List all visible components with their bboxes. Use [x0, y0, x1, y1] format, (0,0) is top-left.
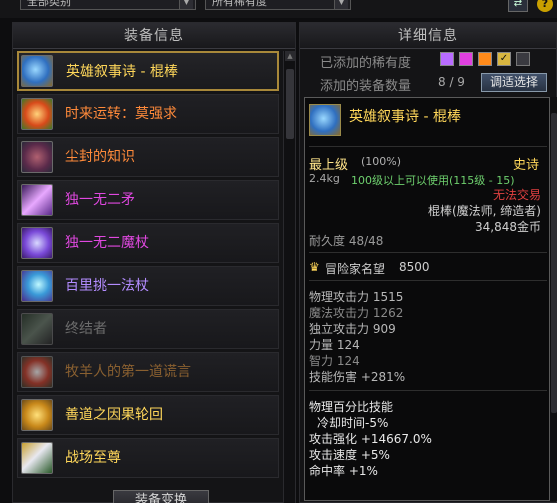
- rarity-text: 史诗: [513, 158, 540, 173]
- item-label: 时来运转：莫强求: [65, 106, 177, 122]
- divider: [309, 146, 547, 147]
- item-label: 英雄叙事诗 - 棍棒: [66, 64, 178, 80]
- chevron-down-icon: ▼: [334, 0, 348, 9]
- durability: 耐久度 48/48: [309, 234, 384, 248]
- item-weight: 2.4kg: [309, 172, 340, 185]
- item-label: 牧羊人的第一道谎言: [65, 364, 191, 380]
- skill-header: 物理百分比技能: [309, 400, 394, 414]
- battlefield-icon: [21, 442, 53, 474]
- purple-spear-icon: [21, 184, 53, 216]
- scroll-thumb[interactable]: [286, 69, 294, 139]
- item-label: 终结者: [65, 321, 107, 337]
- item-label: 百里挑一法杖: [65, 278, 149, 294]
- scroll-thumb[interactable]: [551, 113, 557, 413]
- stat-line: 智力 124: [309, 354, 360, 368]
- item-type: 棍棒(魔法师, 缔造者): [428, 204, 541, 218]
- list-item[interactable]: 英雄叙事诗 - 棍棒: [17, 51, 279, 91]
- fortune-gear-icon: [21, 98, 53, 130]
- list-item[interactable]: 尘封的知识: [17, 137, 279, 177]
- karma-wheel-icon: [21, 399, 53, 431]
- divider: [309, 252, 547, 253]
- rarity-swatch-unique[interactable]: [459, 52, 473, 66]
- trade-restriction: 无法交易: [492, 188, 541, 202]
- item-label: 独一无二矛: [65, 192, 135, 208]
- swap-icon[interactable]: ⇄: [508, 0, 528, 12]
- item-label: 尘封的知识: [65, 149, 135, 165]
- list-item[interactable]: 时来运转：莫强求: [17, 94, 279, 134]
- rarity-swatch-filter[interactable]: [516, 52, 530, 66]
- rarity-dropdown[interactable]: 所有稀有度 ▼: [205, 0, 351, 10]
- blue-mask-icon: [21, 55, 53, 87]
- equipment-scrollbar[interactable]: ▲: [283, 51, 295, 503]
- grade-percent: (100%): [361, 155, 402, 168]
- list-item[interactable]: 战场至尊: [17, 438, 279, 478]
- added-count-value: 8 / 9: [438, 75, 465, 89]
- category-value: 全部类别: [27, 0, 71, 8]
- equipment-change-button[interactable]: 装备变换: [113, 490, 209, 503]
- detail-panel: 详细信息 已添加的稀有度 ✓ 添加的装备数量 8 / 9 调适选择 英雄叙事诗 …: [299, 22, 557, 503]
- rarity-swatch-legendary[interactable]: [440, 52, 454, 66]
- rarity-swatch-epic[interactable]: [478, 52, 492, 66]
- item-label: 战场至尊: [65, 450, 121, 466]
- list-item[interactable]: 独一无二魔杖: [17, 223, 279, 263]
- list-item[interactable]: 牧羊人的第一道谎言: [17, 352, 279, 392]
- fame-icon: ♛: [309, 260, 320, 274]
- equipment-list: 英雄叙事诗 - 棍棒 时来运转：莫强求 尘封的知识 独一无二矛 独一无二魔杖 百…: [17, 51, 279, 481]
- stat-line: 技能伤害 +281%: [309, 370, 406, 384]
- skill-stat: 攻击强化 +14667.0%: [309, 432, 432, 446]
- tooltip-scrollbar[interactable]: [550, 97, 557, 501]
- adventure-fame-label: 冒险家名望: [325, 262, 386, 276]
- staff-orb-icon: [21, 270, 53, 302]
- adjust-selection-button[interactable]: 调适选择: [481, 73, 547, 92]
- list-item[interactable]: 终结者: [17, 309, 279, 349]
- divider: [309, 390, 547, 391]
- skill-stat: 命中率 +1%: [309, 464, 378, 478]
- added-rarity-label: 已添加的稀有度: [320, 56, 412, 71]
- skill-stat: 攻击速度 +5%: [309, 448, 390, 462]
- item-label: 善道之因果轮回: [65, 407, 163, 423]
- stat-line: 魔法攻击力 1262: [309, 306, 404, 320]
- item-tooltip: 英雄叙事诗 - 棍棒 最上级 (100%) 史诗 2.4kg 100级以上可以使…: [304, 97, 550, 501]
- chevron-down-icon: ▼: [179, 0, 193, 9]
- stat-line: 独立攻击力 909: [309, 322, 396, 336]
- rarity-swatch-checked[interactable]: ✓: [497, 52, 511, 66]
- rarity-value: 所有稀有度: [212, 0, 267, 8]
- dusty-book-icon: [21, 141, 53, 173]
- list-item[interactable]: 百里挑一法杖: [17, 266, 279, 306]
- detail-panel-title: 详细信息: [300, 23, 556, 49]
- skill-stat: 冷却时间-5%: [317, 416, 389, 430]
- equipment-panel: 装备信息 英雄叙事诗 - 棍棒 时来运转：莫强求 尘封的知识 独一无二矛 独一无…: [12, 22, 296, 503]
- divider: [309, 280, 547, 281]
- help-icon[interactable]: ?: [537, 0, 553, 12]
- list-item[interactable]: 独一无二矛: [17, 180, 279, 220]
- tooltip-item-name: 英雄叙事诗 - 棍棒: [349, 109, 461, 125]
- equipment-panel-title: 装备信息: [13, 23, 295, 49]
- stat-line: 物理攻击力 1515: [309, 290, 404, 304]
- scroll-up-icon[interactable]: ▲: [285, 51, 295, 61]
- filter-bar: 全部类别 ▼ 所有稀有度 ▼ ⇄ ?: [0, 0, 557, 18]
- blue-mask-icon: [309, 104, 341, 136]
- level-requirement: 100级以上可以使用(115级 - 15): [351, 174, 515, 187]
- terminator-icon: [21, 313, 53, 345]
- grade-label: 最上级: [309, 158, 349, 173]
- list-item[interactable]: 善道之因果轮回: [17, 395, 279, 435]
- item-label: 独一无二魔杖: [65, 235, 149, 251]
- added-count-label: 添加的装备数量: [320, 79, 412, 94]
- stat-line: 力量 124: [309, 338, 360, 352]
- item-price: 34,848金币: [475, 220, 541, 234]
- adventure-fame-value: 8500: [399, 260, 430, 274]
- category-dropdown[interactable]: 全部类别 ▼: [20, 0, 196, 10]
- shepherd-icon: [21, 356, 53, 388]
- purple-wand-icon: [21, 227, 53, 259]
